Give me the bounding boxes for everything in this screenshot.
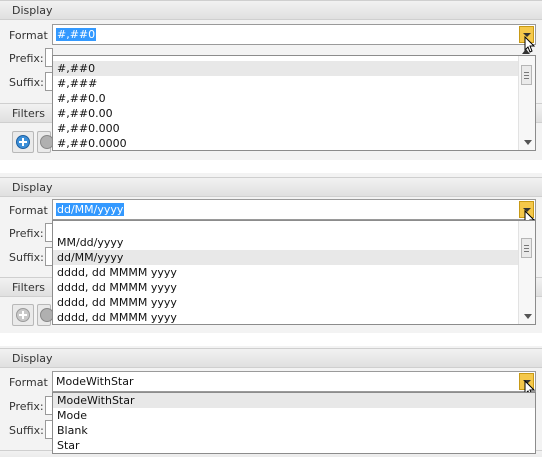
format-combobox[interactable]: ModeWithStar	[52, 371, 536, 392]
add-filter-button[interactable]	[12, 304, 34, 326]
filters-title: Filters	[12, 107, 45, 120]
filters-toolbar	[9, 131, 54, 153]
prefix-label: Prefix:	[9, 52, 44, 65]
scroll-down-icon[interactable]	[524, 314, 532, 319]
section-title: Display	[12, 4, 53, 17]
panel-date-format: Display Format dd/MM/yyyy Prefix: Suffix…	[0, 173, 542, 333]
filters-title: Filters	[12, 281, 45, 294]
separator	[0, 160, 542, 172]
list-scrollbar[interactable]	[518, 56, 535, 150]
format-value[interactable]: dd/MM/yyyy	[56, 203, 125, 216]
list-item[interactable]: MM/dd/yyyy	[53, 235, 519, 250]
suffix-label: Suffix:	[9, 251, 44, 264]
list-item[interactable]: dddd, dd MMMM yyyy	[53, 295, 519, 310]
format-value[interactable]: ModeWithStar	[56, 375, 134, 388]
scroll-thumb[interactable]	[521, 65, 532, 85]
list-item[interactable]: #,##0.000	[53, 121, 519, 136]
suffix-label: Suffix:	[9, 424, 44, 437]
list-item[interactable]: #,###	[53, 76, 519, 91]
plus-circle-icon	[16, 308, 30, 322]
list-item[interactable]: dddd, dd MMMM yyyy	[53, 310, 519, 324]
list-item[interactable]: dddd, dd MMMM yyyy	[53, 280, 519, 295]
list-item[interactable]: Mode	[53, 408, 535, 423]
format-options-list: #,##0 #,### #,##0.0 #,##0.00 #,##0.000 #…	[52, 55, 536, 151]
remove-filter-button[interactable]	[37, 131, 54, 153]
add-filter-button[interactable]	[12, 131, 34, 153]
display-section-header: Display	[0, 348, 542, 368]
format-label: Format	[9, 204, 48, 217]
format-combobox[interactable]: dd/MM/yyyy	[52, 199, 536, 220]
filters-toolbar	[9, 304, 54, 326]
format-options-list: MM/dd/yyyy dd/MM/yyyy dddd, dd MMMM yyyy…	[52, 220, 536, 325]
suffix-label: Suffix:	[9, 76, 44, 89]
separator	[0, 333, 542, 345]
panel-number-format: Display Format #,##0 Prefix: Suffix: Fil…	[0, 0, 542, 160]
scroll-up-icon[interactable]	[522, 49, 530, 54]
plus-circle-icon	[16, 135, 30, 149]
scroll-down-icon[interactable]	[524, 140, 532, 145]
list-item[interactable]: #,##0.00	[53, 106, 519, 121]
prefix-label: Prefix:	[9, 400, 44, 413]
prefix-label: Prefix:	[9, 227, 44, 240]
scroll-thumb[interactable]	[521, 238, 532, 258]
list-item[interactable]: #,##0.0	[53, 91, 519, 106]
format-value[interactable]: #,##0	[56, 28, 97, 41]
list-scrollbar[interactable]	[518, 221, 535, 324]
list-item[interactable]: ModeWithStar	[53, 393, 535, 408]
panel-mode-format: Display Format ModeWithStar Prefix: Suff…	[0, 346, 542, 457]
list-item[interactable]: #,##0	[53, 61, 519, 76]
format-options-list: ModeWithStar Mode Blank Star	[52, 392, 536, 454]
format-label: Format	[9, 376, 48, 389]
format-label: Format	[9, 29, 48, 42]
display-section-header: Display	[0, 0, 542, 20]
list-item[interactable]: Star	[53, 438, 535, 453]
remove-filter-button[interactable]	[37, 304, 54, 326]
section-title: Display	[12, 352, 53, 365]
list-item[interactable]: #,##0.0000	[53, 136, 519, 150]
list-item[interactable]: dd/MM/yyyy	[53, 250, 519, 265]
display-section-header: Display	[0, 177, 542, 197]
list-item[interactable]: Blank	[53, 423, 535, 438]
section-title: Display	[12, 181, 53, 194]
list-item[interactable]: dddd, dd MMMM yyyy	[53, 265, 519, 280]
format-combobox[interactable]: #,##0	[52, 24, 536, 45]
